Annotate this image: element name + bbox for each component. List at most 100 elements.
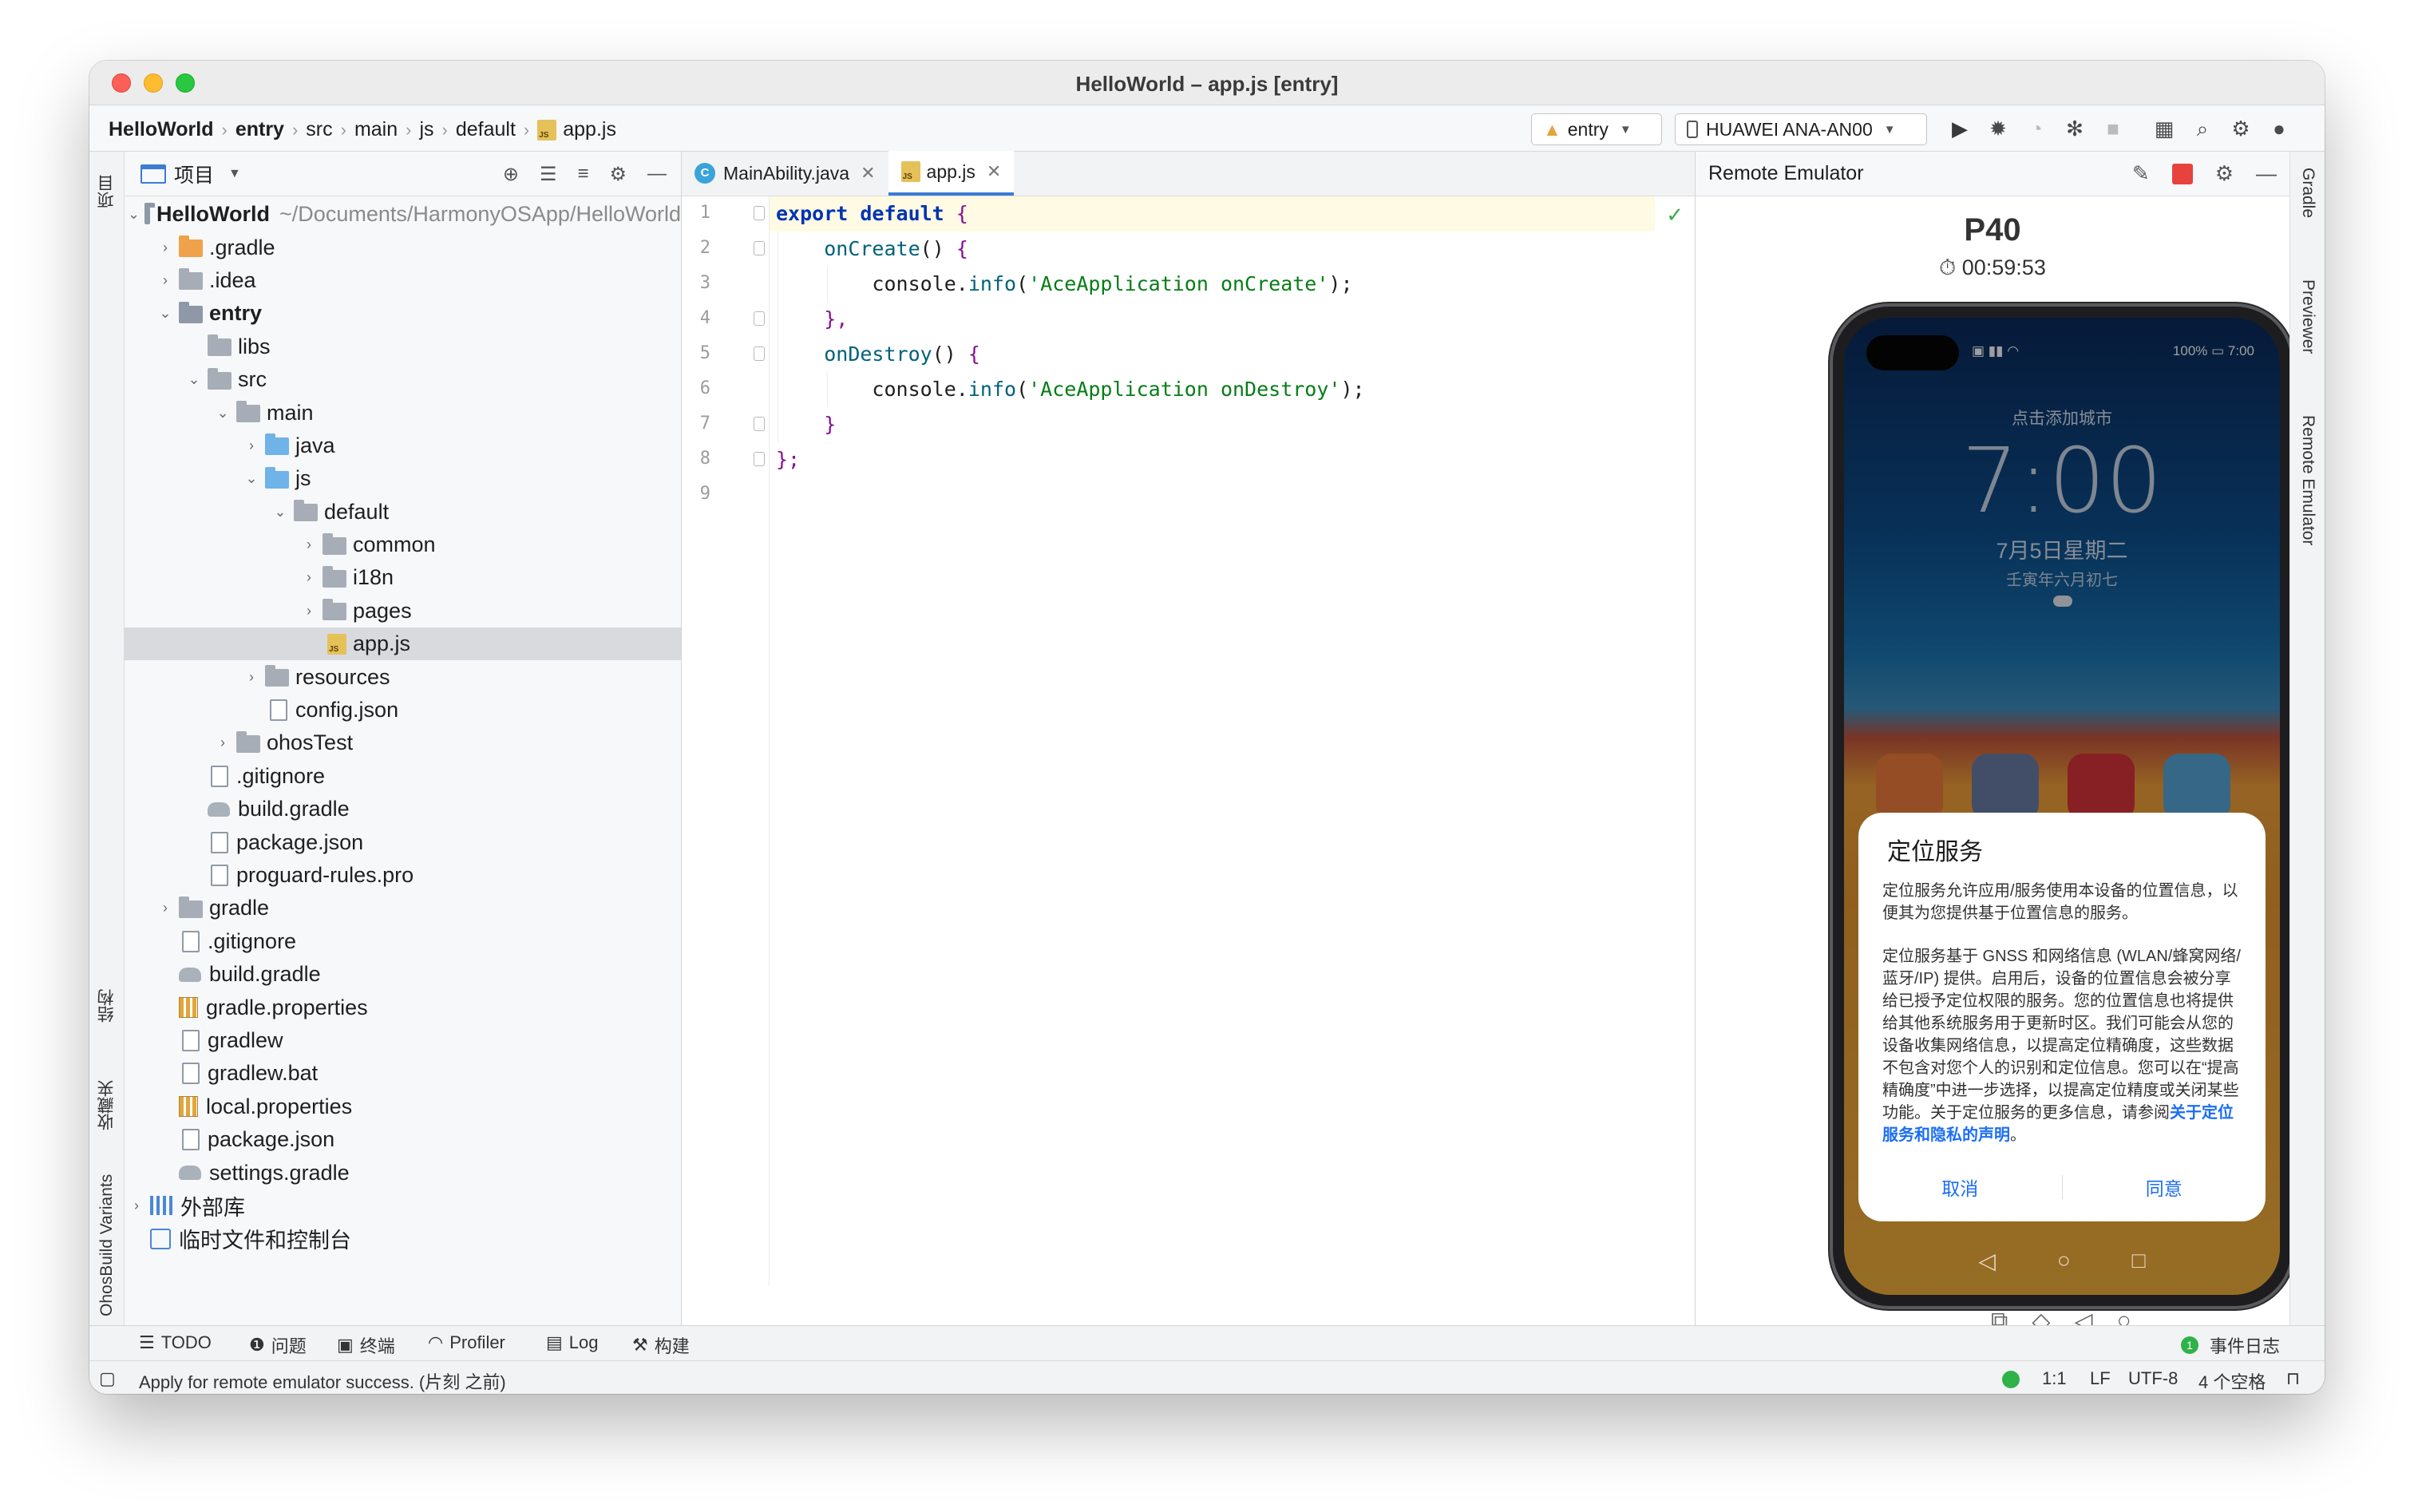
log-tool-button[interactable]: ▤ Log [546, 1332, 599, 1353]
todo-tool-button[interactable]: ☰ TODO [139, 1332, 212, 1353]
tree-item-gradle-properties[interactable]: gradle.properties [125, 991, 681, 1023]
run-config-selector[interactable]: ▲ entry ▼ [1531, 113, 1662, 145]
tree-item-settings-gradle[interactable]: settings.gradle [125, 1156, 681, 1189]
remote-emulator-tool-tab[interactable]: Remote Emulator [2290, 415, 2325, 607]
breadcrumb-src[interactable]: src [306, 118, 332, 141]
tree-item-build-gradle[interactable]: build.gradle [125, 958, 681, 991]
gradle-tool-tab[interactable]: Gradle [2290, 168, 2325, 255]
code-area[interactable]: export default { onCreate() { console.in… [770, 196, 1695, 1285]
tree-item-gitignore[interactable]: .gitignore [125, 925, 681, 958]
tree-item-entry-build-gradle[interactable]: build.gradle [125, 793, 681, 825]
breadcrumb-file[interactable]: app.js [563, 118, 616, 141]
cancel-button[interactable]: 取消 [1858, 1174, 2062, 1201]
close-icon[interactable]: ✕ [987, 161, 1001, 182]
fold-marker[interactable] [754, 206, 765, 220]
structure-tool-tab[interactable]: 结构 [89, 966, 125, 1046]
caret-position[interactable]: 1:1 [2042, 1368, 2067, 1389]
breadcrumb-project[interactable]: HelloWorld [109, 118, 213, 141]
chevron-down-icon[interactable]: ▼ [228, 167, 241, 181]
tree-item-pages[interactable]: › pages [125, 595, 681, 627]
agree-button[interactable]: 同意 [2063, 1174, 2266, 1201]
previewer-tool-tab[interactable]: Previewer [2290, 279, 2325, 391]
back-key-icon[interactable]: ◁ [1978, 1248, 1996, 1274]
tree-item-helloworld[interactable]: ⌄ HelloWorld ~/Documents/HarmonyOSApp/Hell… [125, 198, 681, 231]
build-tool-button[interactable]: ⚒ 构建 [632, 1332, 690, 1358]
collapse-all-icon[interactable]: ≡ [577, 163, 588, 186]
tree-item-ohostest[interactable]: › ohosTest [125, 726, 681, 759]
breadcrumb-main[interactable]: main [354, 118, 398, 141]
stop-icon[interactable]: ■ [2101, 117, 2125, 141]
tree-item-i18n[interactable]: › i18n [125, 561, 681, 594]
close-icon[interactable]: ✕ [861, 163, 875, 184]
search-icon[interactable]: ⌕ [2190, 117, 2214, 141]
status-message[interactable]: Apply for remote emulator success. (片刻 之… [139, 1368, 506, 1394]
panel-toggle-icon[interactable]: ▢ [99, 1368, 116, 1389]
profile-icon[interactable]: ✻ [2063, 117, 2087, 141]
recents-key-icon[interactable]: □ [2132, 1248, 2146, 1274]
pin-icon[interactable]: ✎ [2132, 161, 2150, 186]
lock-icon[interactable]: ⊓ [2286, 1368, 2300, 1389]
fold-marker[interactable] [754, 241, 765, 255]
favorites-tool-tab[interactable]: 收藏夹 [89, 1062, 125, 1150]
tree-item-js[interactable]: ⌄ js [125, 462, 681, 495]
expand-all-icon[interactable]: ☰ [540, 163, 557, 186]
stop-emulator-button[interactable] [2171, 163, 2193, 184]
tab-app-js[interactable]: app.js ✕ [888, 151, 1015, 196]
tree-item-resources[interactable]: › resources [125, 660, 681, 693]
line-separator[interactable]: LF [2090, 1368, 2111, 1389]
profiler-tool-button[interactable]: ◠ Profiler [428, 1332, 505, 1353]
breadcrumb-module[interactable]: entry [235, 118, 284, 141]
tree-item-default[interactable]: ⌄ default [125, 496, 681, 528]
indent-setting[interactable]: 4 个空格 [2198, 1368, 2266, 1394]
no-problems-check-icon[interactable]: ✓ [1666, 203, 1684, 228]
tree-item-gradle[interactable]: › gradle [125, 892, 681, 924]
account-icon[interactable]: ● [2267, 117, 2291, 141]
fold-marker[interactable] [754, 417, 765, 431]
tree-item-gradle-dir[interactable]: › .gradle [125, 231, 681, 263]
project-view-selector[interactable]: 项目 [174, 160, 214, 188]
project-structure-icon[interactable]: ▦ [2152, 117, 2176, 141]
gear-icon[interactable]: ⚙ [2215, 161, 2234, 186]
tree-item-common[interactable]: › common [125, 528, 681, 561]
tree-item-entry-gitignore[interactable]: .gitignore [125, 760, 681, 793]
tree-item-package-json[interactable]: package.json [125, 1123, 681, 1156]
breadcrumb-default[interactable]: default [456, 118, 516, 141]
tree-item-app-js[interactable]: app.js [125, 627, 681, 661]
tree-item-java[interactable]: › java [125, 429, 681, 462]
run-icon[interactable]: ▶ [1948, 117, 1972, 141]
breadcrumb-js[interactable]: js [419, 118, 433, 141]
tree-item-src[interactable]: ⌄ src [125, 363, 681, 396]
hide-icon[interactable]: — [647, 163, 667, 186]
tree-item-libs[interactable]: libs [125, 331, 681, 363]
tree-item-main[interactable]: ⌄ main [125, 396, 681, 429]
locate-icon[interactable]: ⊕ [503, 163, 519, 186]
tree-item-config-json[interactable]: config.json [125, 694, 681, 726]
tree-item-entry-package-json[interactable]: package.json [125, 825, 681, 858]
hide-icon[interactable]: — [2256, 161, 2277, 186]
tree-item-idea[interactable]: › .idea [125, 264, 681, 297]
phone-screen[interactable]: ▣ ▮▮ ◠ 100% ▭ 7:00 点击添加城市 7:00 7月5日星期二 壬… [1844, 318, 2280, 1295]
device-selector[interactable]: HUAWEI ANA-AN00 ▼ [1675, 113, 1927, 145]
project-tool-tab[interactable]: 项目 [89, 160, 125, 224]
terminal-tool-button[interactable]: ▣ 终端 [337, 1332, 395, 1358]
tree-item-entry[interactable]: ⌄ entry [125, 297, 681, 330]
debug-icon[interactable]: ✹ [1986, 117, 2010, 141]
gear-icon[interactable]: ⚙ [609, 163, 627, 186]
tree-item-local-properties[interactable]: local.properties [125, 1090, 681, 1123]
fold-marker[interactable] [754, 346, 765, 361]
tree-item-proguard[interactable]: proguard-rules.pro [125, 859, 681, 892]
build-variants-tool-tab[interactable]: OhosBuild Variants [89, 1166, 125, 1325]
gear-icon[interactable]: ⚙ [2229, 117, 2253, 141]
tree-item-scratches[interactable]: 临时文件和控制台 [125, 1222, 681, 1255]
tree-item-gradlew[interactable]: gradlew [125, 1024, 681, 1057]
problems-tool-button[interactable]: ❶ 问题 [249, 1332, 307, 1358]
attach-debugger-icon[interactable]: ◔ [2024, 117, 2048, 141]
tab-mainability-java[interactable]: C MainAbility.java ✕ [682, 151, 888, 196]
file-encoding[interactable]: UTF-8 [2128, 1368, 2178, 1389]
home-key-icon[interactable]: ○ [2057, 1248, 2071, 1274]
fold-marker[interactable] [754, 311, 765, 326]
tree-item-external-libraries[interactable]: › 外部库 [125, 1189, 681, 1222]
fold-marker[interactable] [754, 452, 765, 466]
tree-item-gradlew-bat[interactable]: gradlew.bat [125, 1057, 681, 1090]
event-log-button[interactable]: 1 事件日志 [2181, 1332, 2280, 1358]
